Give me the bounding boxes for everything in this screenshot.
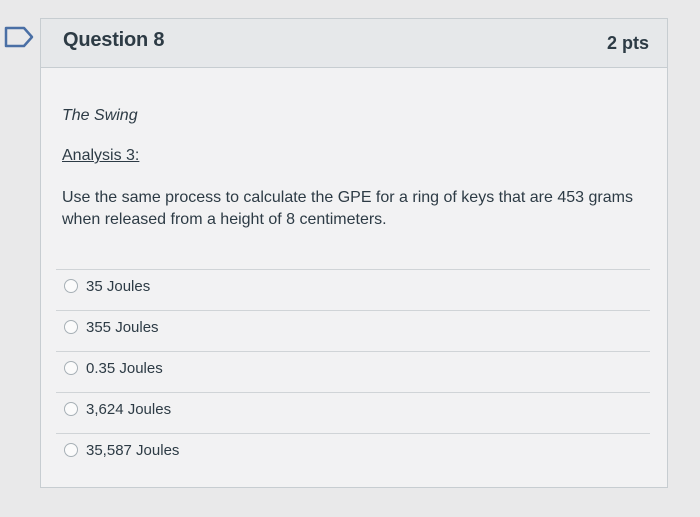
radio-button[interactable] <box>64 361 78 375</box>
radio-button[interactable] <box>64 402 78 416</box>
radio-button[interactable] <box>64 279 78 293</box>
answer-label: 3,624 Joules <box>86 401 172 418</box>
radio-button[interactable] <box>64 443 78 457</box>
answer-label: 35,587 Joules <box>86 442 180 459</box>
flag-question-icon[interactable] <box>4 26 34 48</box>
question-header: Question 8 2 pts <box>41 19 667 68</box>
question-title: Question 8 <box>63 29 165 51</box>
answer-option[interactable]: 0.35 Joules <box>56 351 650 392</box>
question-card: Question 8 2 pts The Swing Analysis 3: U… <box>40 18 668 488</box>
answer-option[interactable]: 3,624 Joules <box>56 392 650 433</box>
answer-option[interactable]: 35 Joules <box>56 269 650 310</box>
analysis-label: Analysis 3: <box>62 147 140 164</box>
answer-option[interactable]: 355 Joules <box>56 310 650 351</box>
answer-option[interactable]: 35,587 Joules <box>56 433 650 474</box>
answer-label: 355 Joules <box>86 319 159 336</box>
answer-list: 35 Joules 355 Joules 0.35 Joules 3,624 J… <box>56 269 650 474</box>
question-points: 2 pts <box>606 33 649 53</box>
question-subtitle: The Swing <box>62 107 138 124</box>
answer-label: 35 Joules <box>86 278 151 295</box>
radio-button[interactable] <box>64 320 78 334</box>
question-prompt: Use the same process to calculate the GP… <box>62 189 633 228</box>
answer-label: 0.35 Joules <box>86 360 163 377</box>
